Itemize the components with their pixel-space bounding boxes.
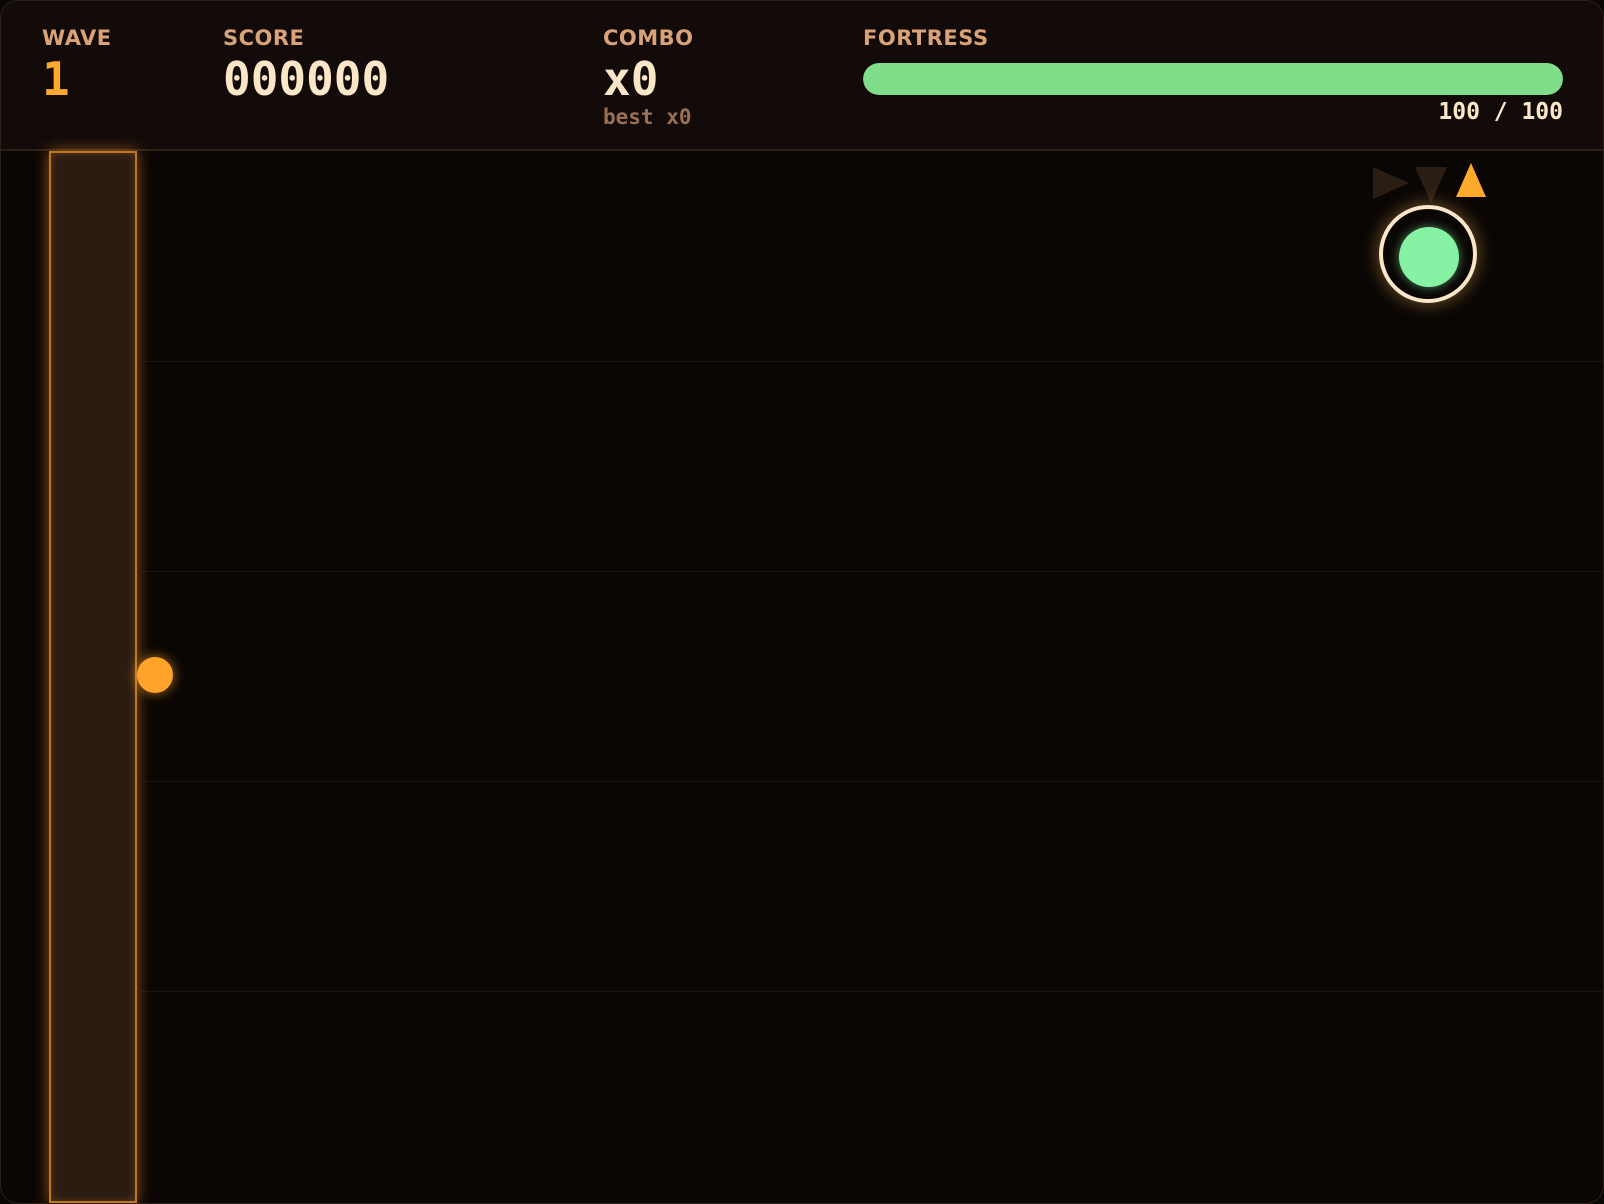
lane-divider [141, 361, 1603, 362]
arrow-right-icon [1373, 167, 1409, 199]
play-field[interactable] [1, 151, 1603, 1203]
fortress-health-fill [863, 63, 1563, 95]
lane-divider [141, 571, 1603, 572]
arrow-down-icon [1415, 167, 1447, 203]
wave-label: WAVE [42, 26, 112, 50]
combo-value: x0 [603, 52, 659, 106]
hud-bar: WAVE 1 SCORE 000000 COMBO x0 best x0 FOR… [1, 1, 1603, 151]
wave-value: 1 [42, 52, 70, 106]
lane-divider [141, 781, 1603, 782]
lane-divider [141, 991, 1603, 992]
fortress-health-bar [863, 63, 1563, 95]
arrow-up-icon [1456, 163, 1486, 197]
best-combo: best x0 [603, 105, 692, 129]
fortress-label: FORTRESS [863, 26, 989, 50]
combo-label: COMBO [603, 26, 694, 50]
game-frame: WAVE 1 SCORE 000000 COMBO x0 best x0 FOR… [0, 0, 1604, 1204]
score-value: 000000 [223, 52, 390, 106]
fortress-wall [49, 151, 137, 1203]
fortress-readout: 100 / 100 [1438, 99, 1563, 125]
player-core[interactable] [1399, 227, 1459, 287]
energy-orb [137, 657, 173, 693]
score-label: SCORE [223, 26, 305, 50]
